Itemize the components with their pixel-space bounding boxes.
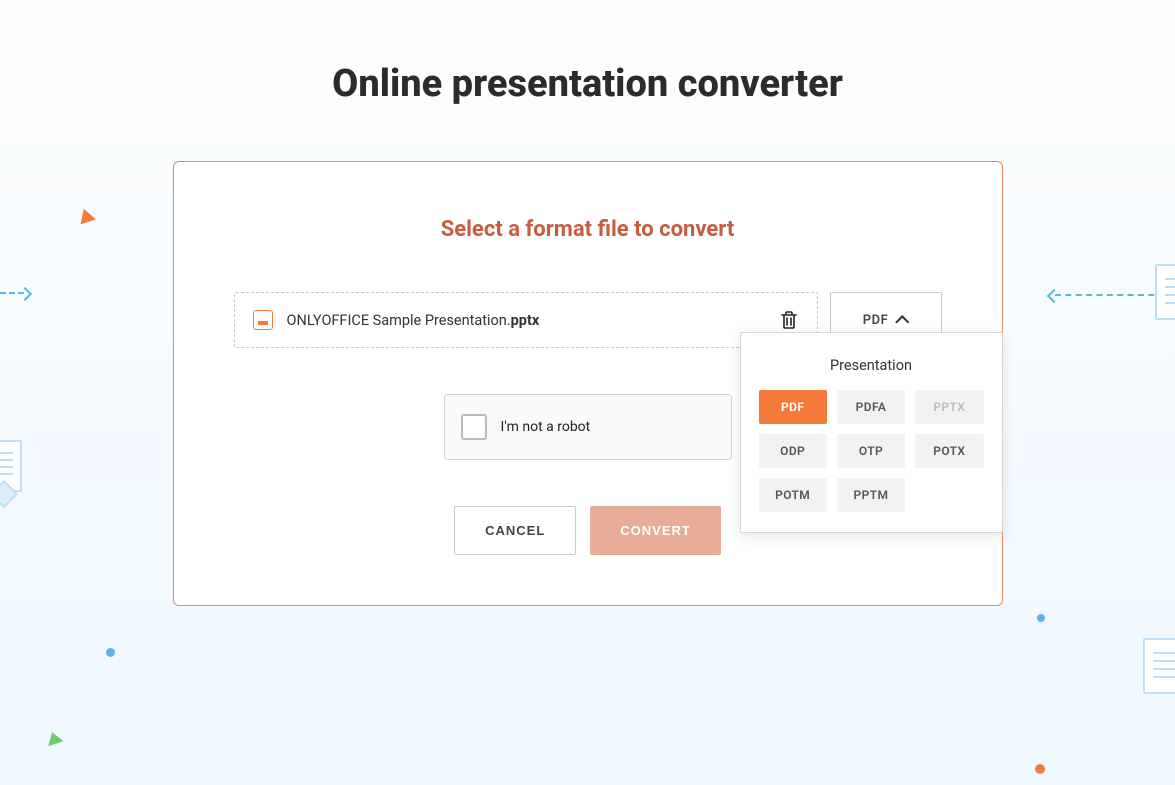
format-option-potm[interactable]: POTM bbox=[759, 478, 827, 512]
file-name-base: ONLYOFFICE Sample Presentation. bbox=[287, 312, 511, 329]
format-dropdown: Presentation PDF PDFA PPTX ODP OTP POTX … bbox=[740, 332, 1003, 533]
format-select-label: PDF bbox=[863, 313, 888, 328]
page-title: Online presentation converter bbox=[0, 62, 1175, 106]
file-name: ONLYOFFICE Sample Presentation.pptx bbox=[287, 312, 540, 329]
format-option-otp[interactable]: OTP bbox=[837, 434, 905, 468]
format-option-grid: PDF PDFA PPTX ODP OTP POTX POTM PPTM bbox=[759, 390, 984, 512]
decoration-dot-blue-2 bbox=[1037, 614, 1045, 622]
decoration-dot-blue bbox=[106, 648, 115, 657]
convert-button[interactable]: CONVERT bbox=[590, 506, 721, 555]
decoration-arrow-left bbox=[0, 292, 24, 294]
decoration-doc-bottom-right bbox=[1143, 638, 1175, 694]
decoration-doc-top-right bbox=[1155, 264, 1175, 320]
chevron-up-icon bbox=[895, 315, 909, 329]
decoration-doc-left bbox=[0, 440, 28, 510]
format-dropdown-group-label: Presentation bbox=[759, 357, 984, 374]
card-title: Select a format file to convert bbox=[234, 217, 942, 242]
format-option-pdfa[interactable]: PDFA bbox=[837, 390, 905, 424]
format-option-odp[interactable]: ODP bbox=[759, 434, 827, 468]
file-box: ONLYOFFICE Sample Presentation.pptx bbox=[234, 292, 818, 348]
format-option-potx[interactable]: POTX bbox=[915, 434, 983, 468]
format-option-pptm[interactable]: PPTM bbox=[837, 478, 905, 512]
cancel-button[interactable]: CANCEL bbox=[454, 506, 576, 555]
decoration-triangle-green bbox=[45, 730, 64, 746]
delete-file-button[interactable] bbox=[779, 309, 799, 331]
format-option-pptx: PPTX bbox=[915, 390, 983, 424]
recaptcha-checkbox[interactable] bbox=[461, 414, 487, 440]
converter-card: Select a format file to convert ONLYOFFI… bbox=[173, 161, 1003, 606]
file-name-ext: pptx bbox=[511, 312, 540, 329]
recaptcha-box: I'm not a robot bbox=[444, 394, 732, 460]
decoration-triangle-orange bbox=[80, 209, 97, 228]
recaptcha-label: I'm not a robot bbox=[501, 419, 591, 435]
trash-icon bbox=[780, 310, 798, 330]
format-option-pdf[interactable]: PDF bbox=[759, 390, 827, 424]
presentation-file-icon bbox=[253, 310, 273, 330]
decoration-dot-orange bbox=[1035, 764, 1045, 774]
